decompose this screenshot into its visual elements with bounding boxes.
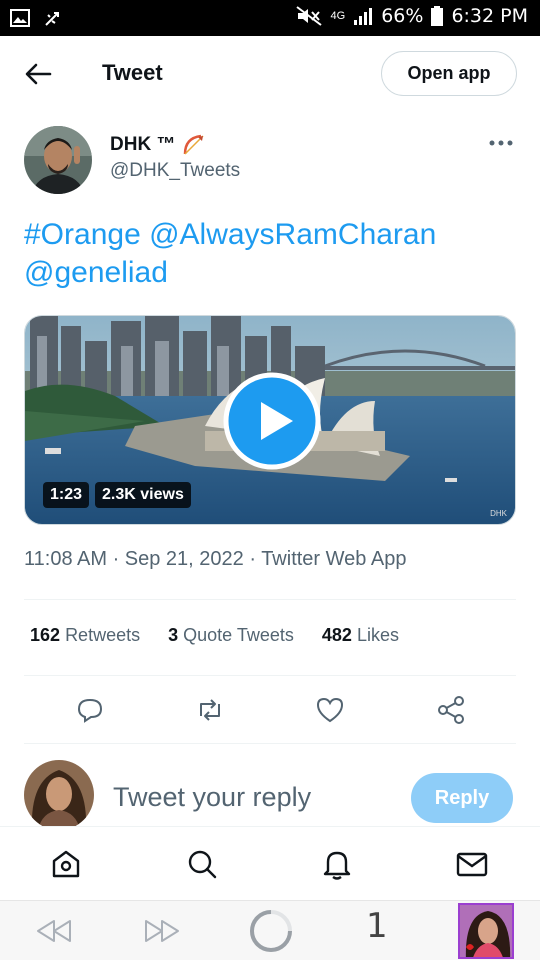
home-icon[interactable]: [49, 847, 83, 881]
more-horizontal-icon[interactable]: [486, 130, 516, 156]
user-avatar: [24, 760, 94, 830]
author-handle[interactable]: @DHK_Tweets: [110, 160, 240, 182]
video-duration: 1:23: [43, 482, 90, 508]
divider: [24, 743, 516, 744]
tab-thumbnail[interactable]: [458, 903, 514, 959]
battery-percent: 66%: [381, 5, 424, 27]
loading-spinner-icon[interactable]: [248, 908, 294, 954]
mail-icon[interactable]: [455, 847, 489, 881]
retweets-label: Retweets: [65, 625, 141, 645]
video-player[interactable]: 1:23 2.3K views DHK: [24, 315, 516, 525]
gallery-icon: [10, 9, 30, 27]
quote-tweets-count: 3: [168, 625, 179, 645]
usb-icon: [45, 12, 59, 26]
reply-input[interactable]: Tweet your reply: [113, 782, 311, 813]
search-icon[interactable]: [185, 847, 219, 881]
bell-icon[interactable]: [320, 847, 354, 881]
battery-icon: [431, 6, 444, 26]
quote-tweets-label: Quote Tweets: [183, 625, 294, 645]
signal-icon: [354, 8, 373, 25]
arrow-left-icon[interactable]: [22, 58, 54, 90]
retweet-icon[interactable]: [194, 694, 226, 726]
video-watermark: DHK: [490, 509, 507, 518]
video-views: 2.3K views: [95, 482, 191, 508]
open-app-button[interactable]: Open app: [381, 51, 517, 96]
comment-icon[interactable]: [74, 694, 106, 726]
tweet-text-line-2[interactable]: @geneliad: [24, 254, 516, 292]
author-avatar[interactable]: [24, 126, 92, 194]
author-name[interactable]: DHK ™: [110, 132, 207, 158]
play-icon[interactable]: [223, 372, 321, 470]
divider: [24, 675, 516, 676]
clock: 6:32 PM: [451, 5, 528, 27]
share-icon[interactable]: [435, 694, 467, 726]
tweet-text: #Orange @AlwaysRamCharan @geneliad: [24, 216, 516, 292]
divider: [24, 599, 516, 600]
likes-count: 482: [321, 625, 352, 645]
fast-forward-icon[interactable]: [142, 913, 182, 949]
retweets-stat[interactable]: 162 Retweets: [30, 625, 140, 646]
tweet-text-line-1[interactable]: #Orange @AlwaysRamCharan: [24, 216, 516, 254]
bow-arrow-emoji-icon: [184, 134, 204, 155]
header: Tweet Open app: [0, 36, 540, 110]
bottom-nav: [0, 826, 540, 900]
rewind-icon[interactable]: [34, 913, 74, 949]
browser-toolbar: [0, 900, 540, 960]
likes-label: Likes: [356, 625, 399, 645]
tweet-timestamp[interactable]: 11:08 AM · Sep 21, 2022 · Twitter Web Ap…: [24, 548, 406, 571]
heart-icon[interactable]: [314, 694, 346, 726]
quote-tweets-stat[interactable]: 3 Quote Tweets: [168, 625, 294, 646]
status-bar: 4G 66% 6:32 PM: [0, 0, 540, 36]
tweet-stats: 162 Retweets 3 Quote Tweets 482 Likes: [30, 625, 399, 646]
video-badges: 1:23 2.3K views: [43, 482, 191, 508]
page-title: Tweet: [102, 60, 163, 85]
tab-count[interactable]: 1: [366, 906, 388, 946]
likes-stat[interactable]: 482 Likes: [322, 625, 399, 646]
author-name-text: DHK ™: [110, 134, 176, 155]
reply-button[interactable]: Reply: [411, 773, 513, 823]
network-type: 4G: [330, 9, 346, 22]
mute-icon: [295, 6, 322, 26]
tweet-actions: [24, 690, 516, 730]
retweets-count: 162: [30, 625, 61, 645]
